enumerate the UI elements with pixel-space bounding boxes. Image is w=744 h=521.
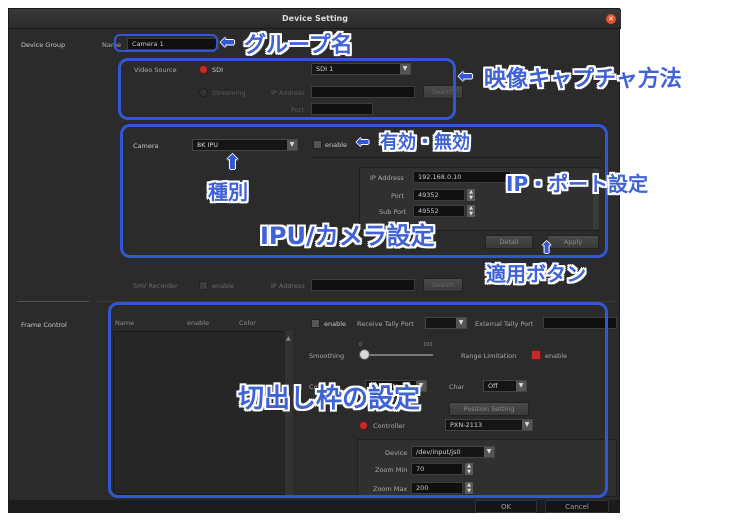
- arrow-up-icon: ⬆: [540, 238, 554, 257]
- annotation-capture-method: 映像キャプチャ方法: [484, 67, 682, 92]
- arrow-left-icon: ⬅: [356, 132, 370, 151]
- title-bar: Device Setting ✕: [9, 9, 621, 29]
- divider: [17, 301, 89, 302]
- cancel-button[interactable]: Cancel: [545, 500, 609, 513]
- annotation-box-video-source: [118, 58, 456, 120]
- annotation-type: 種別: [208, 180, 248, 204]
- annotation-frame-setting: 切出し枠の設定: [238, 384, 421, 414]
- shv-ip-input[interactable]: [311, 279, 415, 291]
- device-group-label: Device Group: [21, 41, 66, 49]
- annotation-enable-disable: 有効・無効: [380, 132, 470, 153]
- arrow-left-icon: ⬅: [458, 66, 474, 87]
- window-title: Device Setting: [282, 14, 348, 23]
- shv-search-button[interactable]: Search: [423, 278, 463, 292]
- frame-control-label: Frame Control: [21, 321, 67, 329]
- close-button[interactable]: ✕: [606, 14, 616, 24]
- shv-ip-label: IP Address: [271, 282, 305, 290]
- annotation-box-name: [114, 34, 218, 52]
- arrow-left-icon: ⬅: [220, 32, 236, 53]
- shv-enable-label: enable: [212, 282, 235, 290]
- shv-recorder-label: SHV Recorder: [133, 282, 178, 290]
- annotation-ip-port-setting: IP・ポート設定: [506, 172, 649, 196]
- close-icon: ✕: [608, 15, 614, 23]
- arrow-up-icon: ⬆: [224, 150, 241, 174]
- shv-enable-checkbox[interactable]: [199, 281, 208, 290]
- annotation-apply-button: 適用ボタン: [486, 262, 586, 286]
- ok-button[interactable]: OK: [475, 500, 537, 513]
- annotation-ipu-camera-setting: IPU/カメラ設定: [260, 222, 435, 250]
- annotation-group-name: グループ名: [244, 33, 353, 58]
